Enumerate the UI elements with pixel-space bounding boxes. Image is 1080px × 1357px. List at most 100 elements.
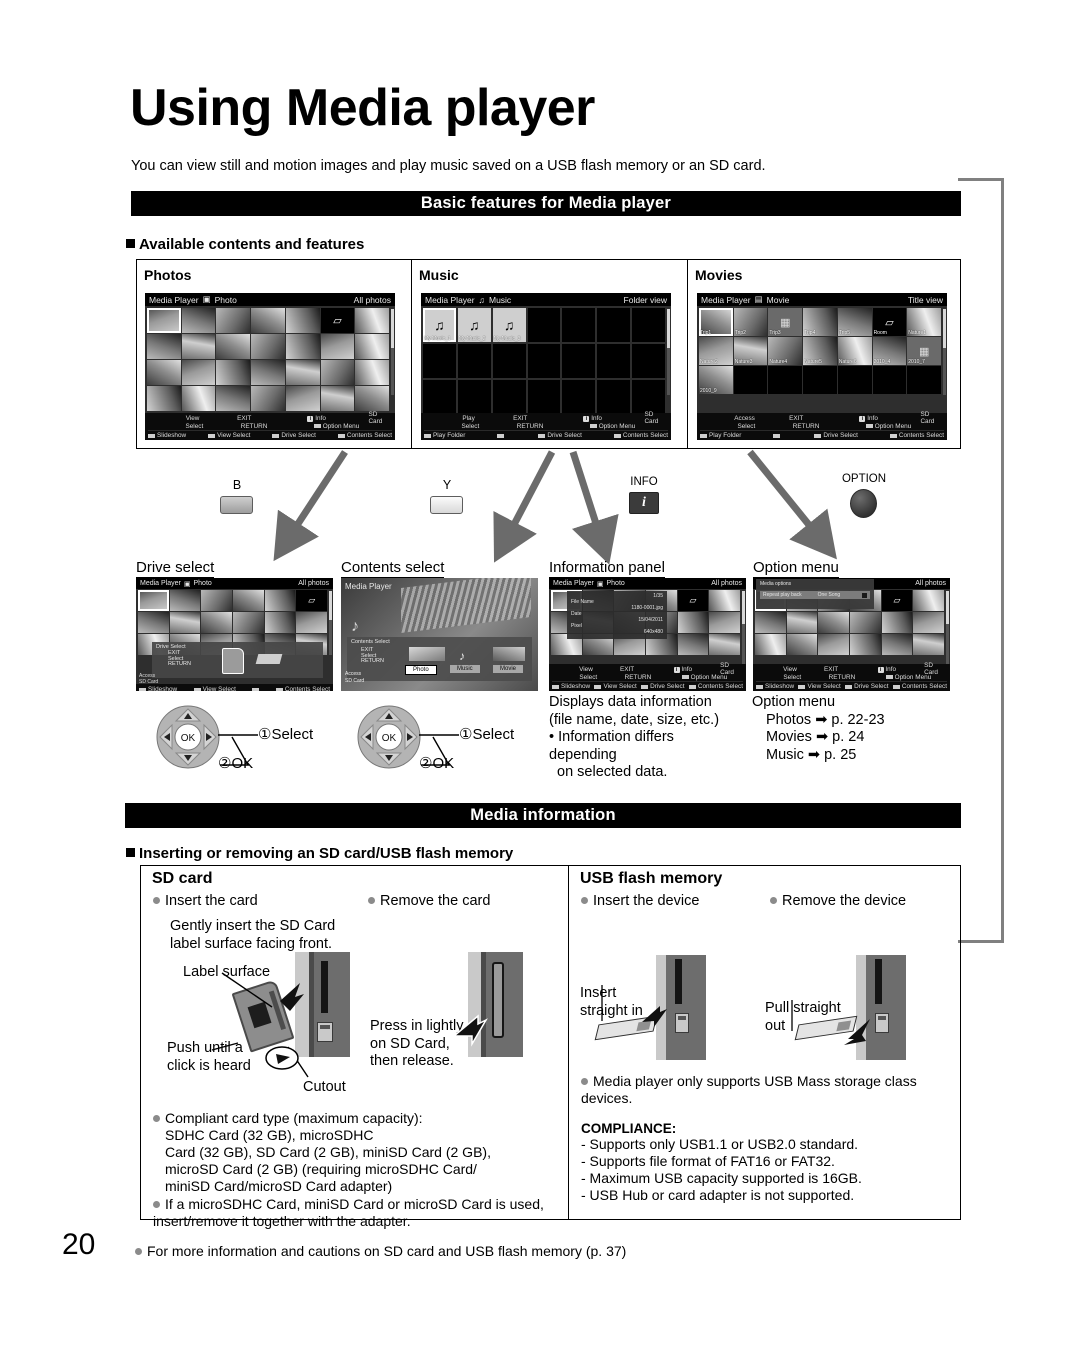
thumbnail[interactable] — [181, 360, 216, 385]
folder-item[interactable]: ♫ My Music_2 — [457, 308, 491, 342]
movie-item[interactable]: Nature2 — [699, 337, 733, 365]
color-button-green[interactable]: Drive Select — [538, 432, 582, 439]
thumbnail[interactable] — [181, 386, 216, 411]
thumbnail[interactable] — [251, 360, 285, 385]
ip-scrollbar[interactable] — [742, 591, 745, 665]
color-button-green[interactable]: Drive Select — [845, 683, 889, 690]
thumbnail[interactable] — [169, 612, 201, 633]
thumbnail-no-preview[interactable]: ▱ — [677, 590, 709, 611]
movie-item[interactable]: Nature6 — [837, 337, 872, 365]
thumbnail[interactable] — [709, 590, 740, 611]
thumbnail[interactable] — [181, 334, 216, 359]
movie-item[interactable]: Trip4 — [803, 308, 837, 336]
color-button-green[interactable] — [252, 686, 260, 691]
color-button-red[interactable] — [497, 432, 506, 439]
option-key-button[interactable] — [850, 489, 877, 518]
thumbnail[interactable] — [147, 386, 181, 411]
color-button-red[interactable]: View Select — [208, 432, 250, 439]
sd-card-drive-icon[interactable] — [222, 648, 244, 674]
color-button-blue[interactable]: Play Folder — [700, 432, 741, 439]
thumbnail[interactable] — [264, 590, 296, 611]
color-button-red[interactable]: View Select — [193, 686, 236, 691]
movie-item-no-preview[interactable]: ▱ Room — [872, 308, 907, 336]
thumbnail[interactable] — [818, 612, 849, 633]
thumbnail[interactable] — [355, 386, 389, 411]
thumbnail[interactable] — [285, 308, 320, 333]
thumbnail[interactable] — [147, 334, 181, 359]
color-button-red[interactable]: View Select — [798, 683, 841, 690]
thumbnail[interactable] — [677, 612, 709, 633]
color-button-red[interactable] — [773, 432, 782, 439]
option-photo[interactable]: Photo — [405, 665, 437, 675]
movie-item[interactable]: ▦ Trip3 — [768, 308, 803, 336]
thumbnail[interactable] — [296, 612, 327, 633]
thumbnail[interactable] — [913, 634, 944, 655]
screen-music-scrollbar[interactable] — [667, 309, 670, 395]
color-button-green[interactable]: Drive Select — [272, 432, 316, 439]
thumbnail[interactable] — [355, 308, 389, 333]
color-button-yellow[interactable]: Contents Select — [892, 683, 947, 690]
movie-item[interactable]: Trip1 — [699, 308, 733, 336]
movie-item[interactable]: Nature1 — [907, 308, 941, 336]
thumbnail[interactable] — [138, 612, 169, 633]
movie-item[interactable]: Nature4 — [768, 337, 803, 365]
thumbnail[interactable] — [786, 634, 818, 655]
thumbnail-no-preview[interactable]: ▱ — [881, 590, 913, 611]
thumbnail[interactable] — [709, 612, 740, 633]
thumbnail[interactable] — [320, 334, 355, 359]
thumbnail[interactable] — [849, 634, 881, 655]
movie-item[interactable]: Trip2 — [733, 308, 768, 336]
thumbnail[interactable] — [818, 634, 849, 655]
thumbnail[interactable] — [201, 612, 232, 633]
option-menu-row[interactable]: Repeat play back One Song — [760, 591, 870, 599]
y-key-button[interactable] — [430, 496, 463, 514]
thumbnail[interactable] — [755, 634, 786, 655]
thumbnail[interactable] — [138, 590, 169, 611]
ds-scrollbar[interactable] — [329, 591, 332, 655]
color-button-yellow[interactable]: Contents Select — [337, 432, 392, 439]
thumbnail[interactable] — [251, 386, 285, 411]
movie-item[interactable]: Nature3 — [733, 337, 768, 365]
thumbnail[interactable] — [285, 334, 320, 359]
color-button-red[interactable]: View Select — [594, 683, 637, 690]
thumbnail[interactable] — [201, 590, 232, 611]
color-button-blue[interactable]: Slideshow — [148, 432, 186, 439]
screen-photos-scrollbar[interactable] — [391, 309, 394, 395]
thumbnail[interactable] — [216, 334, 251, 359]
thumbnail[interactable] — [786, 612, 818, 633]
color-button-yellow[interactable]: Contents Select — [688, 683, 743, 690]
thumbnail[interactable] — [232, 612, 264, 633]
b-key-button[interactable] — [220, 496, 253, 514]
thumbnail[interactable] — [216, 308, 251, 333]
color-button-blue[interactable]: Slideshow — [552, 683, 590, 690]
thumbnail[interactable] — [181, 308, 216, 333]
thumbnail[interactable] — [216, 386, 251, 411]
thumbnail[interactable] — [169, 590, 201, 611]
thumbnail[interactable] — [355, 334, 389, 359]
thumbnail[interactable] — [251, 334, 285, 359]
color-button-green[interactable]: Drive Select — [814, 432, 858, 439]
movie-item[interactable]: 2010_9 — [699, 366, 733, 394]
thumbnail[interactable] — [677, 634, 709, 655]
thumbnail-no-preview[interactable]: ▱ — [296, 590, 327, 611]
thumbnail[interactable] — [755, 612, 786, 633]
thumbnail[interactable] — [285, 386, 320, 411]
color-button-yellow[interactable]: Contents Select — [889, 432, 944, 439]
thumbnail[interactable] — [147, 308, 181, 333]
color-button-blue[interactable]: Slideshow — [756, 683, 794, 690]
thumbnail[interactable] — [709, 634, 740, 655]
nav-pad-drive-select[interactable]: OK — [156, 705, 220, 769]
thumbnail[interactable] — [216, 360, 251, 385]
thumbnail[interactable] — [355, 360, 389, 385]
option-music[interactable]: Music — [450, 665, 480, 673]
thumbnail[interactable] — [881, 612, 913, 633]
option-movie[interactable]: Movie — [493, 665, 524, 673]
thumbnail[interactable] — [232, 590, 264, 611]
movie-item[interactable]: ▦ 2010_7 — [907, 337, 941, 365]
color-button-green[interactable]: Drive Select — [641, 683, 685, 690]
folder-item[interactable]: ♫ My Music_1 — [423, 308, 456, 342]
color-button-blue[interactable]: Play Folder — [424, 432, 465, 439]
color-button-yellow[interactable]: Contents Select — [275, 686, 330, 691]
thumbnail[interactable] — [264, 612, 296, 633]
chevron-down-icon[interactable] — [862, 592, 867, 598]
